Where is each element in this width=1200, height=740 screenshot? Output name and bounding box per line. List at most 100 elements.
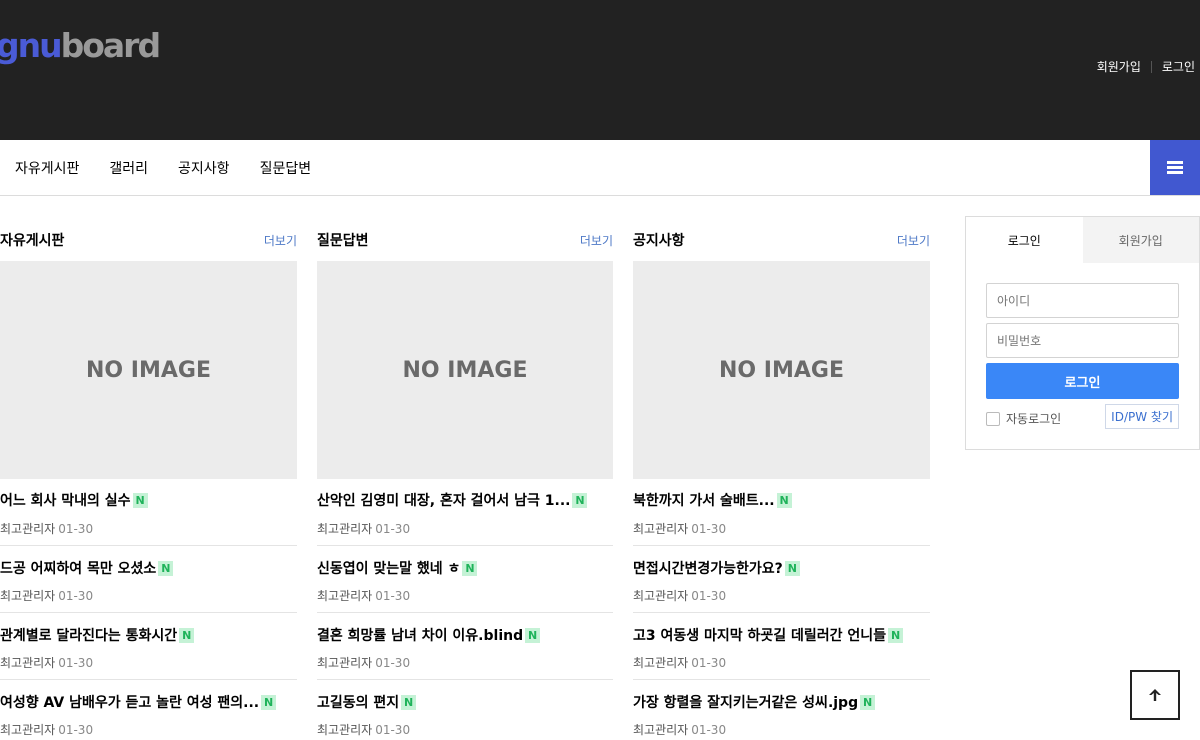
new-badge: N xyxy=(888,627,904,643)
post-title[interactable]: 신동엽이 맞는말 했네 ㅎN xyxy=(317,558,478,578)
list-item[interactable]: 고길동의 편지 N 최고관리자 01-30 xyxy=(317,680,613,740)
post-title-text: 관계별로 달라진다는 통화시간 xyxy=(0,628,178,644)
post-title[interactable]: 고길동의 편지 N xyxy=(317,692,417,712)
post-date: 01-30 xyxy=(691,723,727,737)
thumbnail[interactable]: NO IMAGE xyxy=(317,261,613,479)
post-meta: 최고관리자 01-30 xyxy=(0,721,93,738)
list-item[interactable]: 결혼 희망률 남녀 차이 이유.blind N 최고관리자 01-30 xyxy=(317,613,613,680)
post-author: 최고관리자 xyxy=(633,589,689,603)
arrow-up-icon xyxy=(1149,689,1161,701)
list-item[interactable]: 면접시간변경가능한가요? N 최고관리자 01-30 xyxy=(633,546,930,613)
post-meta: 최고관리자 01-30 xyxy=(0,654,93,671)
post-author: 최고관리자 xyxy=(633,522,689,536)
list-item[interactable]: 여성향 AV 남배우가 듣고 놀란 여성 팬의... N 최고관리자 01-30 xyxy=(0,680,297,740)
list-item[interactable]: 산악인 김영미 대장, 혼자 걸어서 남극 1... N 최고관리자 01-30 xyxy=(317,479,613,546)
post-title[interactable]: 가장 항렬을 잘지키는거같은 성씨.jpg N xyxy=(633,692,876,712)
post-date: 01-30 xyxy=(375,723,411,737)
login-link[interactable]: 로그인 xyxy=(1162,58,1195,75)
post-title[interactable]: 면접시간변경가능한가요? N xyxy=(633,558,800,578)
post-meta: 최고관리자 01-30 xyxy=(317,654,410,671)
main-nav: 자유게시판 갤러리 공지사항 질문답변 xyxy=(0,140,1200,196)
login-box: 로그인 회원가입 로그인 자동로그인 ID/PW 찾기 xyxy=(965,216,1200,450)
post-meta: 최고관리자 01-30 xyxy=(0,587,93,604)
post-author: 최고관리자 xyxy=(317,522,373,536)
board-column-free: 자유게시판 더보기 NO IMAGE 어느 회사 막내의 실수 N 최고관리자 01… xyxy=(0,216,297,740)
more-link[interactable]: 더보기 xyxy=(264,232,297,249)
post-author: 최고관리자 xyxy=(633,723,689,737)
auto-login[interactable]: 자동로그인 xyxy=(986,410,1061,427)
post-author: 최고관리자 xyxy=(317,589,373,603)
post-meta: 최고관리자 01-30 xyxy=(633,654,726,671)
nav-item-notice[interactable]: 공지사항 xyxy=(178,158,230,178)
menu-button[interactable] xyxy=(1150,140,1200,195)
new-badge: N xyxy=(158,560,174,576)
post-title-text: 고길동의 편지 xyxy=(317,695,400,711)
list-item[interactable]: 북한까지 가서 술배트... N 최고관리자 01-30 xyxy=(633,479,930,546)
nav-item-free-board[interactable]: 자유게시판 xyxy=(15,158,79,178)
board-column-notice: 공지사항 더보기 NO IMAGE 북한까지 가서 술배트... N 최고관리자 0… xyxy=(633,216,930,740)
post-title-text: 신동엽이 맞는말 했네 ㅎ xyxy=(317,561,461,577)
tab-login[interactable]: 로그인 xyxy=(966,217,1083,263)
post-author: 최고관리자 xyxy=(633,656,689,670)
login-tabs: 로그인 회원가입 xyxy=(966,217,1199,263)
post-title[interactable]: 관계별로 달라진다는 통화시간 N xyxy=(0,625,195,645)
new-badge: N xyxy=(401,694,417,710)
post-date: 01-30 xyxy=(375,522,411,536)
post-title[interactable]: 여성향 AV 남배우가 듣고 놀란 여성 팬의... N xyxy=(0,692,277,712)
post-title[interactable]: 어느 회사 막내의 실수 N xyxy=(0,490,148,510)
divider xyxy=(1150,60,1152,73)
nav-item-qa[interactable]: 질문답변 xyxy=(260,158,312,178)
new-badge: N xyxy=(179,627,195,643)
thumbnail[interactable]: NO IMAGE xyxy=(633,261,930,479)
list-item[interactable]: 어느 회사 막내의 실수 N 최고관리자 01-30 xyxy=(0,479,297,546)
site-header: gnuboard 회원가입 로그인 xyxy=(0,0,1200,140)
post-title-text: 결혼 희망률 남녀 차이 이유.blind xyxy=(317,628,524,644)
board-column-qa: 질문답변 더보기 NO IMAGE 산악인 김영미 대장, 혼자 걸어서 남극 … xyxy=(317,216,613,740)
site-logo[interactable]: gnuboard xyxy=(0,26,161,66)
post-author: 최고관리자 xyxy=(0,723,56,737)
thumbnail[interactable]: NO IMAGE xyxy=(0,261,297,479)
post-title-text: 북한까지 가서 술배트... xyxy=(633,493,775,509)
nav-item-gallery[interactable]: 갤러리 xyxy=(109,158,148,178)
list-item[interactable]: 관계별로 달라진다는 통화시간 N 최고관리자 01-30 xyxy=(0,613,297,680)
list-item[interactable]: 가장 항렬을 잘지키는거같은 성씨.jpg N 최고관리자 01-30 xyxy=(633,680,930,740)
login-button[interactable]: 로그인 xyxy=(986,363,1179,399)
post-title[interactable]: 산악인 김영미 대장, 혼자 걸어서 남극 1... N xyxy=(317,490,588,510)
list-item[interactable]: 고3 여동생 마지막 하굣길 데릴러간 언니들 N 최고관리자 01-30 xyxy=(633,613,930,680)
id-input[interactable] xyxy=(986,283,1179,318)
post-title-text: 가장 항렬을 잘지키는거같은 성씨.jpg xyxy=(633,695,859,711)
find-id-pw-button[interactable]: ID/PW 찾기 xyxy=(1105,404,1179,429)
post-title-text: 어느 회사 막내의 실수 xyxy=(0,493,131,509)
new-badge: N xyxy=(525,627,541,643)
list-item[interactable]: 드공 어찌하여 목만 오셨소 N 최고관리자 01-30 xyxy=(0,546,297,613)
more-link[interactable]: 더보기 xyxy=(897,232,930,249)
new-badge: N xyxy=(776,492,792,508)
post-title[interactable]: 결혼 희망률 남녀 차이 이유.blind N xyxy=(317,625,541,645)
column-title[interactable]: 질문답변 xyxy=(317,230,369,250)
password-input[interactable] xyxy=(986,323,1179,358)
column-title[interactable]: 자유게시판 xyxy=(0,230,64,250)
more-link[interactable]: 더보기 xyxy=(580,232,613,249)
post-meta: 최고관리자 01-30 xyxy=(633,587,726,604)
list-item[interactable]: 신동엽이 맞는말 했네 ㅎN 최고관리자 01-30 xyxy=(317,546,613,613)
column-header: 질문답변 더보기 xyxy=(317,216,613,261)
auto-login-checkbox[interactable] xyxy=(986,411,1000,426)
tab-join[interactable]: 회원가입 xyxy=(1082,217,1199,263)
new-badge: N xyxy=(462,560,478,576)
column-header: 자유게시판 더보기 xyxy=(0,216,297,261)
column-title[interactable]: 공지사항 xyxy=(633,230,685,250)
post-author: 최고관리자 xyxy=(317,723,373,737)
no-image-text: NO IMAGE xyxy=(719,357,844,383)
post-title[interactable]: 북한까지 가서 술배트... N xyxy=(633,490,792,510)
join-link[interactable]: 회원가입 xyxy=(1097,58,1141,75)
post-date: 01-30 xyxy=(691,522,727,536)
post-title[interactable]: 고3 여동생 마지막 하굣길 데릴러간 언니들 N xyxy=(633,625,904,645)
top-links: 회원가입 로그인 xyxy=(1097,58,1195,75)
post-title[interactable]: 드공 어찌하여 목만 오셨소 N xyxy=(0,558,174,578)
post-title-text: 고3 여동생 마지막 하굣길 데릴러간 언니들 xyxy=(633,628,887,644)
scroll-top-button[interactable] xyxy=(1130,670,1180,720)
column-header: 공지사항 더보기 xyxy=(633,216,930,261)
post-title-text: 드공 어찌하여 목만 오셨소 xyxy=(0,561,157,577)
no-image-text: NO IMAGE xyxy=(402,357,528,383)
post-date: 01-30 xyxy=(58,522,94,536)
